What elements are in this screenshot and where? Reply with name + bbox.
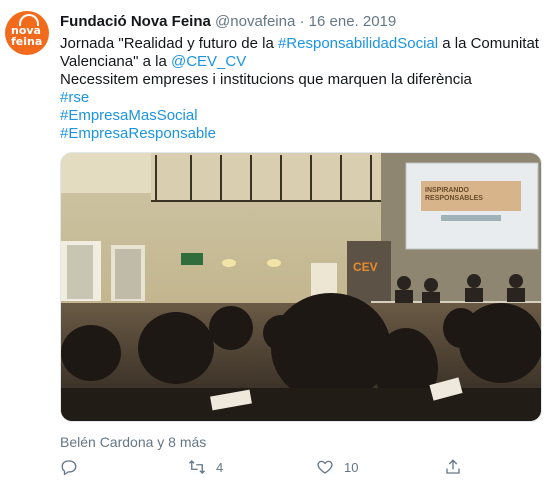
retweet-icon — [189, 460, 205, 474]
tweet-header: Fundació Nova Feina @novafeina · 16 ene.… — [60, 13, 396, 30]
avatar[interactable]: nova feina — [5, 11, 49, 55]
action-bar: 4 10 — [60, 458, 480, 480]
retweet-count: 4 — [216, 459, 224, 475]
reply-button[interactable] — [60, 458, 88, 476]
like-count: 10 — [344, 459, 359, 475]
share-icon — [446, 459, 460, 474]
mention-cev[interactable]: @CEV_CV — [171, 53, 246, 70]
likes-summary[interactable]: Belén Cardona y 8 más — [60, 434, 206, 450]
text-segment: Jornada "Realidad y futuro de la — [60, 35, 278, 52]
tweet-text: Jornada "Realidad y futuro de la #Respon… — [60, 35, 550, 143]
tweet-line-2: Valenciana" a la @CEV_CV — [60, 53, 550, 71]
hashtag-responsabilidadsocial[interactable]: #ResponsabilidadSocial — [278, 35, 438, 52]
tweet-line-1: Jornada "Realidad y futuro de la #Respon… — [60, 35, 550, 53]
tweet-line-3: Necessitem empreses i institucions que m… — [60, 71, 472, 88]
logo-text-feina: feina — [11, 35, 43, 48]
tweet-photo[interactable]: CEV INSPIRANDO RESPONSABLES — [60, 152, 542, 422]
reply-icon — [61, 460, 77, 476]
like-button[interactable]: 10 — [316, 458, 358, 476]
hashtag-empresaresponsable[interactable]: #EmpresaResponsable — [60, 125, 550, 143]
text-segment: a la Comunitat — [438, 35, 539, 52]
heart-icon — [317, 460, 333, 474]
hashtag-rse[interactable]: #rse — [60, 89, 550, 107]
cev-sign: CEV — [353, 260, 378, 274]
tweet-card[interactable]: nova feina Fundació Nova Feina @novafein… — [0, 0, 558, 480]
screen-title: INSPIRANDO RESPONSABLES — [425, 187, 483, 202]
author-handle[interactable]: @novafeina — [215, 13, 295, 30]
author-name[interactable]: Fundació Nova Feina — [60, 13, 211, 30]
share-button[interactable] — [444, 458, 472, 476]
separator-dot: · — [299, 13, 305, 30]
text-segment: Valenciana" a la — [60, 53, 171, 70]
tweet-date[interactable]: 16 ene. 2019 — [309, 13, 397, 30]
hashtag-empresamassocial[interactable]: #EmpresaMasSocial — [60, 107, 550, 125]
retweet-button[interactable]: 4 — [188, 458, 223, 476]
